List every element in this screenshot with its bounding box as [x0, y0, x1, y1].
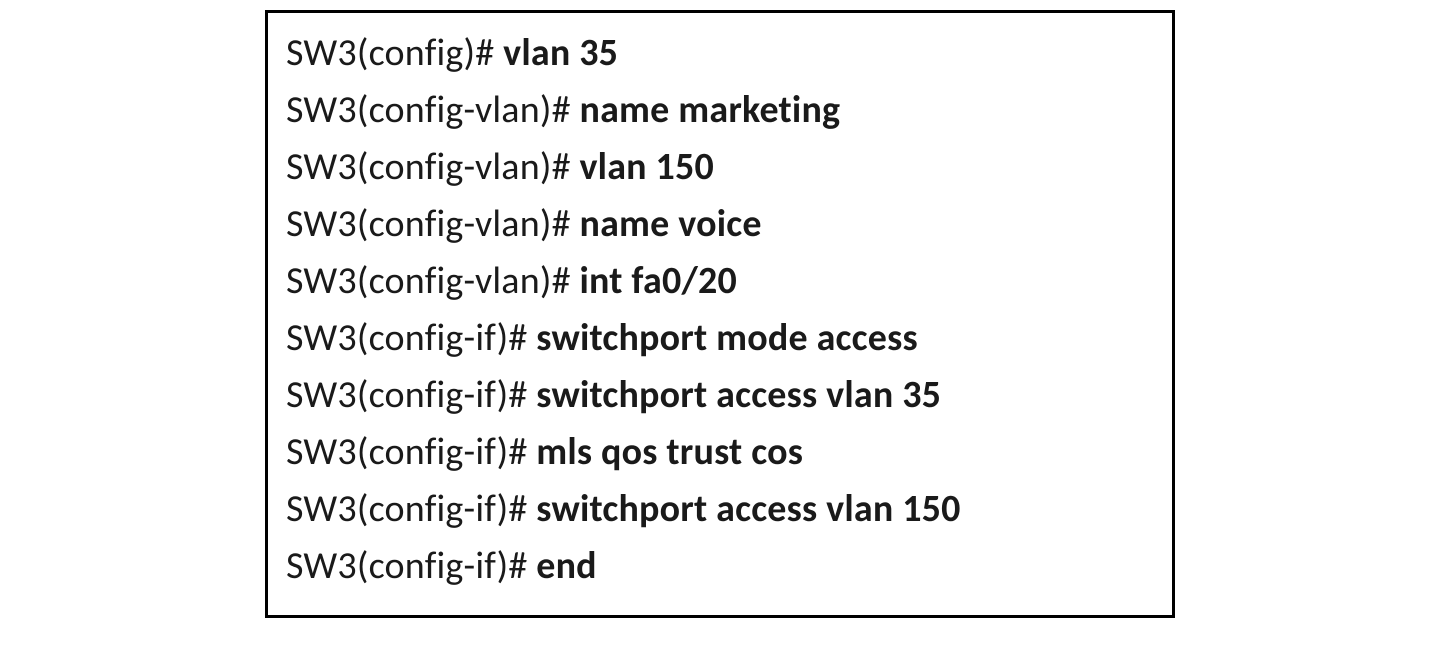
cli-prompt: SW3(config-vlan)# — [286, 201, 580, 247]
cli-command: switchport mode access — [536, 315, 918, 361]
cli-output-box: SW3(config)# vlan 35 SW3(config-vlan)# n… — [265, 10, 1175, 618]
cli-prompt: SW3(config-vlan)# — [286, 144, 580, 190]
cli-line: SW3(config-vlan)# vlan 150 — [286, 139, 1154, 196]
cli-command: vlan 150 — [580, 144, 714, 190]
cli-command: int fa0/20 — [580, 258, 737, 304]
cli-command: end — [536, 543, 597, 589]
cli-command: switchport access vlan 150 — [536, 486, 960, 532]
cli-line: SW3(config-if)# switchport access vlan 3… — [286, 367, 1154, 424]
cli-prompt: SW3(config)# — [286, 30, 503, 76]
cli-line: SW3(config-if)# switchport mode access — [286, 310, 1154, 367]
cli-command: name marketing — [580, 87, 841, 133]
cli-prompt: SW3(config-if)# — [286, 486, 536, 532]
cli-prompt: SW3(config-if)# — [286, 315, 536, 361]
cli-prompt: SW3(config-vlan)# — [286, 87, 580, 133]
cli-prompt: SW3(config-if)# — [286, 372, 536, 418]
cli-line: SW3(config)# vlan 35 — [286, 25, 1154, 82]
cli-command: vlan 35 — [503, 30, 618, 76]
cli-command: mls qos trust cos — [536, 429, 803, 475]
cli-command: name voice — [580, 201, 762, 247]
cli-line: SW3(config-vlan)# int fa0/20 — [286, 253, 1154, 310]
cli-prompt: SW3(config-if)# — [286, 543, 536, 589]
cli-line: SW3(config-if)# end — [286, 538, 1154, 595]
cli-prompt: SW3(config-if)# — [286, 429, 536, 475]
cli-line: SW3(config-if)# switchport access vlan 1… — [286, 481, 1154, 538]
cli-line: SW3(config-vlan)# name marketing — [286, 82, 1154, 139]
cli-line: SW3(config-vlan)# name voice — [286, 196, 1154, 253]
cli-line: SW3(config-if)# mls qos trust cos — [286, 424, 1154, 481]
cli-command: switchport access vlan 35 — [536, 372, 941, 418]
cli-prompt: SW3(config-vlan)# — [286, 258, 580, 304]
